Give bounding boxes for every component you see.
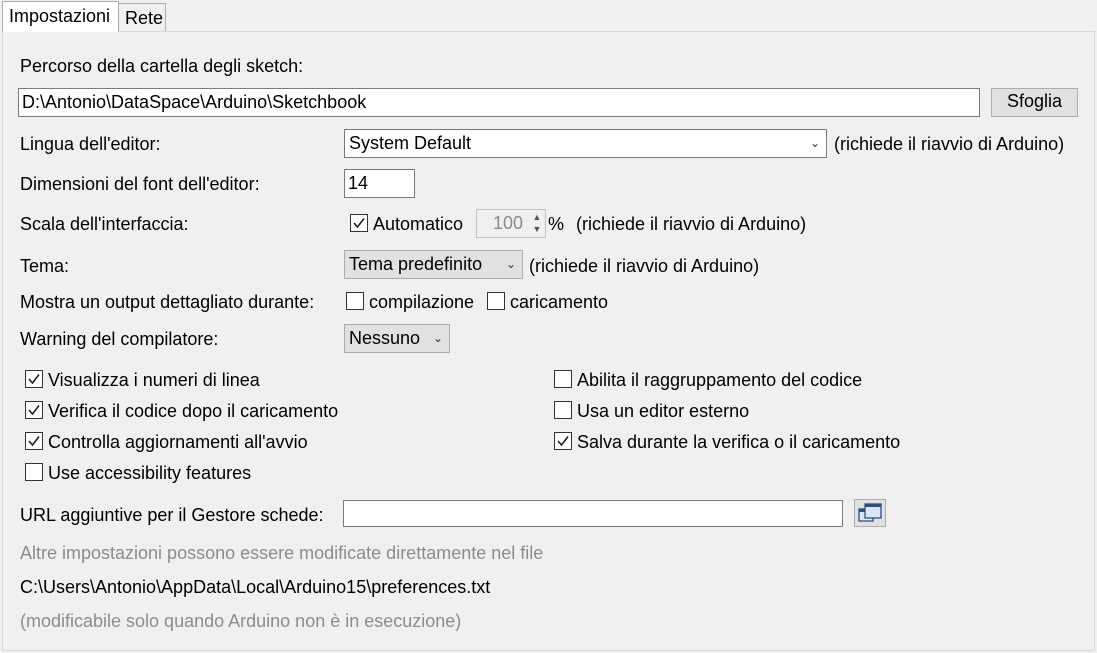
- verbose-upload-checkbox[interactable]: [487, 292, 505, 310]
- scale-unit: %: [548, 214, 565, 234]
- font-size-label: Dimensioni del font dell'editor:: [20, 174, 260, 194]
- tab-impostazioni[interactable]: Impostazioni: [2, 1, 119, 32]
- verbose-compile-label: compilazione: [369, 292, 475, 312]
- check-icon: [28, 405, 40, 416]
- option-check-updates-label: Controlla aggiornamenti all'avvio: [48, 432, 308, 452]
- verbose-upload-label: caricamento: [510, 292, 609, 312]
- board-urls-expand-button[interactable]: [854, 499, 886, 527]
- windows-icon: [858, 503, 882, 522]
- editor-language-note: (richiede il riavvio di Arduino): [834, 134, 1065, 154]
- spinner-arrows-icon[interactable]: ▲ ▼: [530, 211, 544, 237]
- editor-language-label: Lingua dell'editor:: [20, 134, 161, 154]
- tab-rete[interactable]: Rete: [118, 3, 166, 31]
- theme-value: Tema predefinito: [349, 254, 483, 274]
- font-size-input[interactable]: 14: [344, 169, 415, 198]
- option-code-folding-label: Abilita il raggruppamento del codice: [577, 370, 863, 390]
- compiler-warnings-value: Nessuno: [349, 328, 421, 348]
- board-urls-input[interactable]: [343, 500, 843, 527]
- interface-scale-note: (richiede il riavvio di Arduino): [576, 214, 807, 234]
- more-settings-info: Altre impostazioni possono essere modifi…: [20, 543, 544, 563]
- edit-note: (modificabile solo quando Arduino non è …: [20, 611, 462, 631]
- option-external-editor-label: Usa un editor esterno: [577, 401, 750, 421]
- check-icon: [353, 218, 365, 229]
- editor-language-value: System Default: [349, 133, 472, 153]
- option-verify-after-upload-checkbox[interactable]: [25, 401, 43, 419]
- option-code-folding-checkbox[interactable]: [554, 370, 572, 388]
- board-urls-label: URL aggiuntive per il Gestore schede:: [20, 505, 324, 525]
- compiler-warnings-select[interactable]: Nessuno ⌄: [344, 324, 450, 353]
- theme-select[interactable]: Tema predefinito ⌄: [344, 250, 523, 279]
- option-check-updates-checkbox[interactable]: [25, 432, 43, 450]
- tab-rete-label: Rete: [125, 8, 164, 28]
- browse-button[interactable]: Sfoglia: [991, 88, 1078, 117]
- check-icon: [28, 374, 40, 385]
- option-accessibility-label: Use accessibility features: [48, 463, 252, 483]
- scale-value: 100: [492, 213, 523, 233]
- check-icon: [557, 436, 569, 447]
- option-verify-after-upload-label: Verifica il codice dopo il caricamento: [48, 401, 339, 421]
- verbose-compile-checkbox[interactable]: [346, 292, 364, 310]
- interface-scale-label: Scala dell'interfaccia:: [20, 214, 189, 234]
- scale-spinner[interactable]: 100 ▲ ▼: [476, 209, 546, 238]
- sketchbook-label: Percorso della cartella degli sketch:: [20, 56, 304, 76]
- compiler-warnings-label: Warning del compilatore:: [20, 329, 219, 349]
- option-external-editor-checkbox[interactable]: [554, 401, 572, 419]
- option-line-numbers-checkbox[interactable]: [25, 370, 43, 388]
- sketchbook-path-input[interactable]: D:\Antonio\DataSpace\Arduino\Sketchbook: [18, 88, 980, 117]
- editor-language-select[interactable]: System Default ⌄: [344, 129, 827, 158]
- check-icon: [28, 436, 40, 447]
- option-save-on-verify-checkbox[interactable]: [554, 432, 572, 450]
- theme-note: (richiede il riavvio di Arduino): [529, 256, 760, 276]
- tab-bar: Impostazioni Rete: [0, 0, 1097, 32]
- verbose-output-label: Mostra un output dettagliato durante:: [20, 292, 315, 312]
- preferences-file-path: C:\Users\Antonio\AppData\Local\Arduino15…: [20, 577, 491, 597]
- tab-impostazioni-label: Impostazioni: [9, 6, 111, 26]
- auto-scale-label: Automatico: [373, 214, 464, 234]
- chevron-down-icon: ⌄: [809, 136, 820, 150]
- chevron-down-icon: ⌄: [505, 257, 516, 271]
- auto-scale-checkbox[interactable]: [350, 214, 368, 232]
- option-save-on-verify-label: Salva durante la verifica o il caricamen…: [577, 432, 901, 452]
- theme-label: Tema:: [20, 256, 70, 276]
- chevron-down-icon: ⌄: [432, 331, 443, 345]
- option-line-numbers-label: Visualizza i numeri di linea: [48, 370, 260, 390]
- option-accessibility-checkbox[interactable]: [25, 463, 43, 481]
